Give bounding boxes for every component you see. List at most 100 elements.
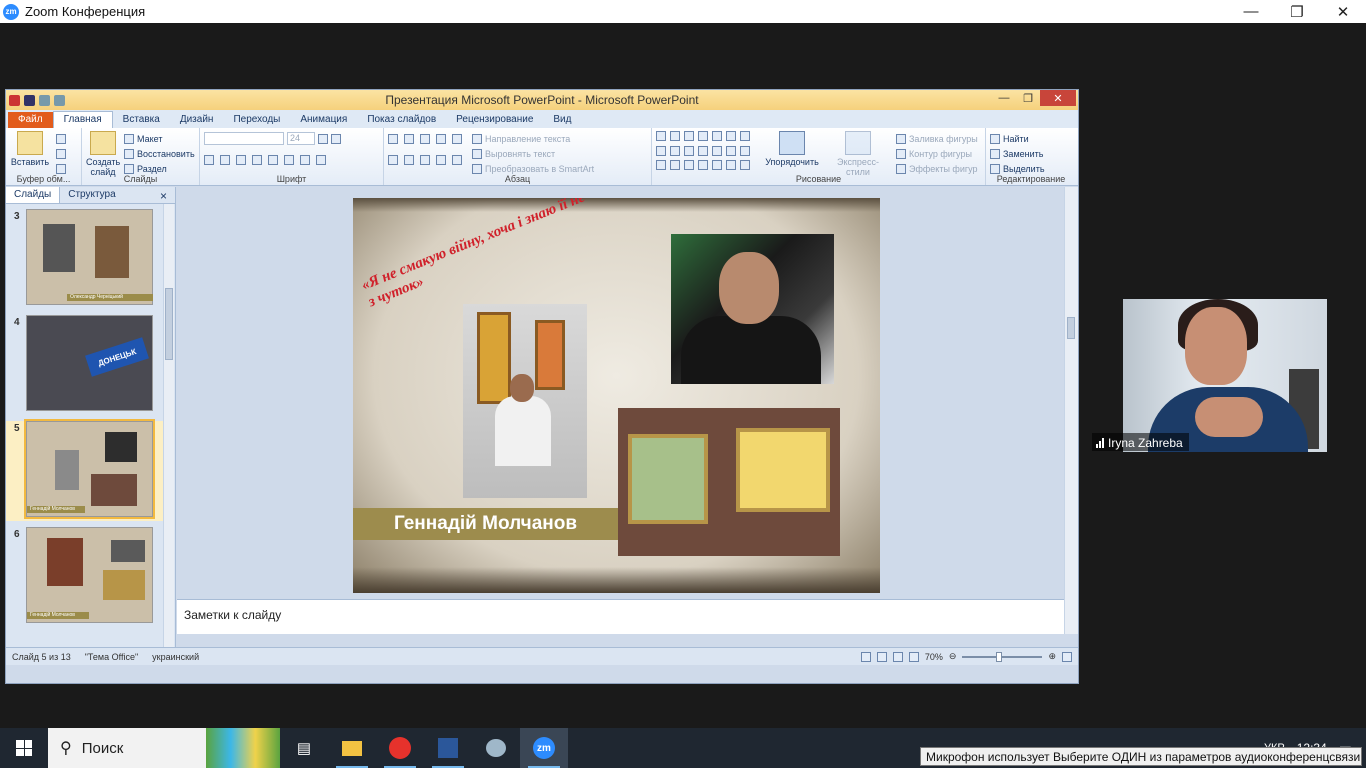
increase-indent-icon[interactable] — [436, 133, 446, 144]
slide-name-caption[interactable]: Геннадій Молчанов — [353, 508, 618, 540]
bracket-shape-icon[interactable] — [712, 160, 722, 171]
tab-file[interactable]: Файл — [8, 112, 53, 128]
underline-icon[interactable] — [236, 154, 246, 165]
reading-view-icon[interactable] — [892, 651, 903, 662]
slide-thumbnail[interactable]: 3 Олександр Черніцький — [6, 209, 164, 309]
shrink-font-icon[interactable] — [331, 133, 341, 144]
thumbnails-scrollbar[interactable] — [163, 204, 174, 665]
case-icon[interactable] — [300, 154, 310, 165]
explorer-button[interactable] — [328, 728, 376, 768]
font-size-field[interactable]: 24 — [287, 132, 315, 145]
maximize-button[interactable]: ❐ — [1274, 0, 1320, 23]
slide-quote[interactable]: «Я не смакую війну, хоча і знаю її не з … — [359, 198, 595, 311]
find-button[interactable]: Найти — [990, 131, 1072, 146]
zoom-taskbar-button[interactable]: zm — [520, 728, 568, 768]
align-right-icon[interactable] — [420, 154, 430, 165]
down-arrow-shape-icon[interactable] — [712, 145, 722, 156]
align-center-icon[interactable] — [404, 154, 414, 165]
arrow-shape-icon[interactable] — [684, 131, 694, 141]
participant-video[interactable] — [1123, 299, 1327, 452]
bullets-icon[interactable] — [388, 133, 398, 144]
slide-scrollbar[interactable] — [1064, 187, 1078, 634]
tab-insert[interactable]: Вставка — [113, 112, 170, 128]
line-spacing-icon[interactable] — [452, 133, 462, 144]
shapes-gallery[interactable] — [656, 131, 756, 173]
rect-shape-icon[interactable] — [698, 131, 708, 141]
zoom-out-icon[interactable]: ⊖ — [949, 651, 957, 662]
yandex-browser-button[interactable] — [376, 728, 424, 768]
spacing-icon[interactable] — [284, 154, 294, 165]
line-shape-icon[interactable] — [670, 131, 680, 141]
start-button[interactable] — [0, 728, 48, 768]
more-shapes-icon[interactable] — [740, 160, 750, 171]
word-button[interactable] — [424, 728, 472, 768]
shape-fill-button[interactable]: Заливка фигуры — [896, 131, 978, 146]
easels-photo[interactable] — [618, 408, 840, 556]
ppt-minimize-button[interactable]: — — [992, 90, 1016, 106]
normal-view-icon[interactable] — [860, 651, 871, 662]
align-text-button[interactable]: Выровнять текст — [472, 146, 594, 161]
zoom-slider[interactable] — [962, 651, 1043, 662]
decrease-indent-icon[interactable] — [420, 133, 430, 144]
justify-icon[interactable] — [436, 154, 446, 165]
tab-view[interactable]: Вид — [543, 112, 581, 128]
right-arrow-shape-icon[interactable] — [698, 145, 708, 156]
arc-shape-icon[interactable] — [670, 160, 680, 171]
rounded-rect-shape-icon[interactable] — [726, 131, 736, 141]
portrait-photo[interactable] — [671, 234, 834, 384]
scroll-down-icon[interactable] — [740, 145, 750, 156]
columns-icon[interactable] — [452, 154, 462, 165]
tab-design[interactable]: Дизайн — [170, 112, 224, 128]
save-icon[interactable] — [24, 94, 35, 106]
task-view-button[interactable]: ▤ — [280, 728, 328, 768]
freeform-shape-icon[interactable] — [656, 160, 666, 171]
cut-icon[interactable] — [56, 133, 66, 144]
tab-outline-pane[interactable]: Структура — [60, 187, 123, 203]
brace-left-shape-icon[interactable] — [684, 160, 694, 171]
scroll-up-icon[interactable] — [740, 131, 750, 141]
italic-icon[interactable] — [220, 154, 230, 165]
quick-styles-button[interactable]: Экспресс-стили — [828, 131, 888, 177]
slide-thumbnail-selected[interactable]: 5 Геннадій Молчанов — [6, 419, 164, 521]
tab-home[interactable]: Главная — [52, 111, 113, 128]
tab-animation[interactable]: Анимация — [290, 112, 357, 128]
elbow-shape-icon[interactable] — [684, 145, 694, 156]
text-direction-button[interactable]: Направление текста — [472, 131, 594, 146]
brace-right-shape-icon[interactable] — [698, 160, 708, 171]
connector-shape-icon[interactable] — [670, 145, 680, 156]
ppt-maximize-button[interactable]: ❐ — [1016, 90, 1040, 106]
search-box[interactable]: ⚲ Поиск — [48, 728, 280, 768]
arrange-button[interactable]: Упорядочить — [764, 131, 820, 177]
notes-field[interactable]: Заметки к слайду — [177, 599, 1064, 634]
layout-button[interactable]: Макет — [124, 131, 195, 146]
numbering-icon[interactable] — [404, 133, 414, 144]
align-left-icon[interactable] — [388, 154, 398, 165]
minimize-button[interactable]: — — [1228, 0, 1274, 23]
star-shape-icon[interactable] — [726, 160, 736, 171]
artist-photo[interactable] — [463, 304, 587, 498]
replace-button[interactable]: Заменить — [990, 146, 1072, 161]
slideshow-view-icon[interactable] — [908, 651, 919, 662]
tab-review[interactable]: Рецензирование — [446, 112, 543, 128]
close-button[interactable]: ✕ — [1320, 0, 1366, 23]
shadow-icon[interactable] — [252, 154, 262, 165]
format-painter-icon[interactable] — [56, 163, 66, 174]
paste-button[interactable]: Вставить — [10, 131, 50, 176]
zoom-in-icon[interactable]: ⊕ — [1048, 651, 1056, 662]
bold-icon[interactable] — [204, 154, 214, 165]
sorter-view-icon[interactable] — [876, 651, 887, 662]
tab-transitions[interactable]: Переходы — [223, 112, 290, 128]
font-color-icon[interactable] — [316, 154, 326, 165]
reset-button[interactable]: Восстановить — [124, 146, 195, 161]
ppt-close-button[interactable]: ✕ — [1040, 90, 1076, 106]
triangle-shape-icon[interactable] — [656, 145, 666, 156]
paint-button[interactable] — [472, 728, 520, 768]
curve-shape-icon[interactable] — [726, 145, 736, 156]
tab-slideshow[interactable]: Показ слайдов — [357, 112, 446, 128]
new-slide-button[interactable]: Создать слайд — [86, 131, 120, 177]
oval-shape-icon[interactable] — [712, 131, 722, 141]
slide-thumbnail[interactable]: 4 ДОНЕЦЬК — [6, 315, 164, 415]
copy-icon[interactable] — [56, 148, 66, 159]
undo-icon[interactable] — [39, 94, 50, 106]
fit-slide-icon[interactable] — [1062, 651, 1072, 662]
